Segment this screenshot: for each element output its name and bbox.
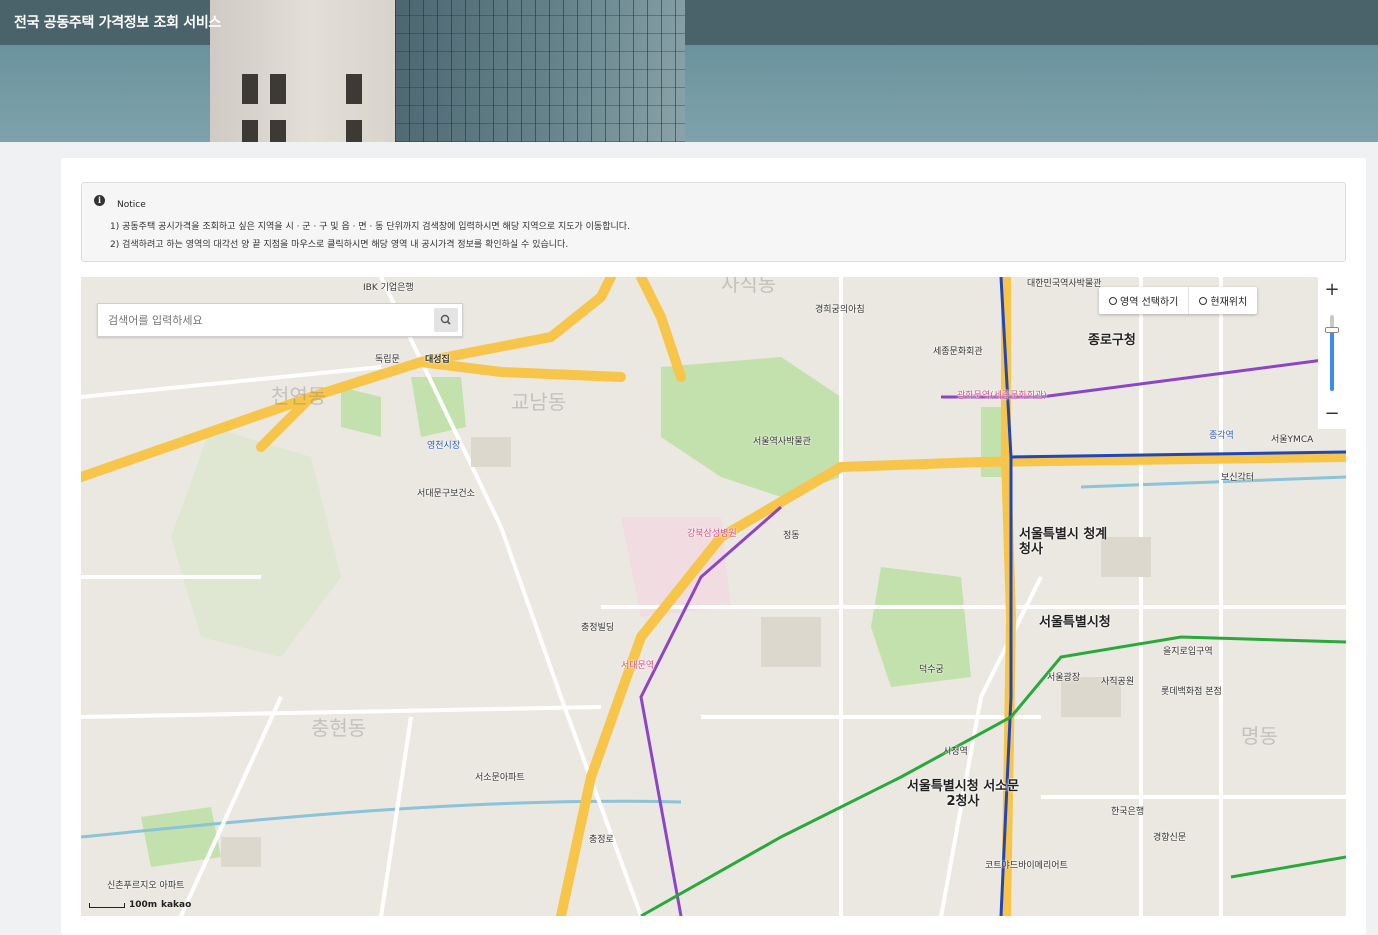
zoom-in-button[interactable]: + xyxy=(1318,277,1346,305)
map-place: 을지로입구역 xyxy=(1163,647,1213,657)
map-place: 덕수궁 xyxy=(919,665,944,675)
map-place: 영천시장 xyxy=(427,441,461,451)
map-place: 대한민국역사박물관 xyxy=(1027,279,1102,289)
map-label-major: 서울특별시청 서소문2청사 xyxy=(906,779,1020,809)
notice-line-1: 1) 공동주택 공시가격을 조회하고 싶은 지역을 시 · 군 · 구 및 읍 … xyxy=(110,222,630,232)
banner-window xyxy=(270,120,286,142)
map-place: 서대문구보건소 xyxy=(417,489,475,499)
zoom-control: + − xyxy=(1318,277,1346,431)
search-button[interactable] xyxy=(434,308,458,332)
map-place: 세종문화회관 xyxy=(933,347,983,357)
zoom-out-button[interactable]: − xyxy=(1318,401,1346,429)
map-label-major: 서울특별시청 xyxy=(1039,615,1111,630)
map-place: 서울YMCA xyxy=(1271,435,1314,445)
map-place: 서울광장 xyxy=(1047,673,1081,683)
banner-window xyxy=(270,74,286,104)
area-select-label: 영역 선택하기 xyxy=(1120,297,1179,308)
map-place: 경향신문 xyxy=(1153,833,1187,843)
district-label: 교남동 xyxy=(511,390,567,414)
check-circle-icon xyxy=(1109,296,1117,305)
area-select-button[interactable]: 영역 선택하기 xyxy=(1099,287,1190,314)
banner-window xyxy=(346,74,362,104)
map-toolbar: 영역 선택하기 현재위치 xyxy=(1099,287,1258,314)
zoom-handle[interactable] xyxy=(1325,327,1339,333)
map-place: 롯데백화점 본점 xyxy=(1161,687,1222,697)
zoom-slider[interactable] xyxy=(1318,305,1346,401)
map-place: 종각역 xyxy=(1209,431,1234,441)
map-place: 대성집 xyxy=(425,355,450,365)
district-label: 명동 xyxy=(1241,724,1278,748)
map-place: IBK 기업은행 xyxy=(363,283,414,293)
notice-title: Notice xyxy=(117,200,146,210)
map-search-box xyxy=(97,303,463,337)
map-label-major: 종로구청 xyxy=(1088,333,1136,348)
map-place: 경희궁의아침 xyxy=(815,305,865,315)
map-place: 강북삼성병원 xyxy=(687,529,737,539)
map-place: 정동 xyxy=(783,531,800,541)
banner-window xyxy=(242,120,258,142)
main-panel: i Notice 1) 공동주택 공시가격을 조회하고 싶은 지역을 시 · 군… xyxy=(61,158,1366,935)
subway-line-2 xyxy=(1230,855,1346,879)
scale-bar xyxy=(89,903,125,908)
zoom-track-fill xyxy=(1330,330,1334,391)
page-title: 전국 공동주택 가격정보 조회 서비스 xyxy=(14,15,221,31)
notice-line-2: 2) 검색하려고 하는 영역의 대각선 양 끝 지점을 마우스로 클릭하시면 해… xyxy=(110,240,569,250)
banner-building-stone xyxy=(210,0,410,142)
hill-area xyxy=(171,427,341,657)
map-place: 충정빌딩 xyxy=(581,623,615,633)
map-place: 보신각터 xyxy=(1221,473,1255,483)
banner-window xyxy=(242,74,258,104)
map-search-input[interactable] xyxy=(98,304,436,336)
banner-window xyxy=(346,120,362,142)
map-place: 독립문 xyxy=(375,355,400,365)
district-label: 사직동 xyxy=(721,277,777,296)
park-area xyxy=(341,387,381,437)
banner-glass-grid xyxy=(395,0,685,142)
district-label: 천연동 xyxy=(271,384,327,408)
map-place: 충정로 xyxy=(589,835,614,845)
map-place: 사직공원 xyxy=(1101,677,1135,687)
map-place: 광화문역(세종문화회관) xyxy=(957,391,1047,401)
map-place: 서울역사박물관 xyxy=(753,437,811,447)
scale-distance: 100m xyxy=(129,900,158,910)
map-place: 신촌푸르지오 아파트 xyxy=(107,881,185,891)
map-view[interactable]: 사직동 천연동 교남동 충현동 명동 종로구청 서울특별시청 서울특별시청 서소… xyxy=(81,277,1346,916)
map-place: 코트야드바이메리어트 xyxy=(985,861,1068,871)
map-place: 시청역 xyxy=(943,747,968,757)
check-circle-icon xyxy=(1199,296,1208,305)
map-place: 한국은행 xyxy=(1111,807,1145,817)
map-base-layer xyxy=(81,277,1346,916)
notice-box: i Notice 1) 공동주택 공시가격을 조회하고 싶은 지역을 시 · 군… xyxy=(81,182,1346,262)
current-location-button[interactable]: 현재위치 xyxy=(1189,287,1257,314)
map-label-major: 서울특별시 청계청사 xyxy=(1019,527,1108,557)
map-place: 서소문아파트 xyxy=(475,773,525,783)
park-area xyxy=(661,357,841,497)
map-provider-logo[interactable]: kakao xyxy=(161,900,191,910)
current-location-label: 현재위치 xyxy=(1210,297,1248,308)
district-label: 충현동 xyxy=(311,716,367,740)
header-banner: 전국 공동주택 가격정보 조회 서비스 xyxy=(0,0,1378,142)
info-icon: i xyxy=(94,195,105,206)
map-place: 서대문역 xyxy=(621,661,655,671)
cheonggyecheon xyxy=(1080,475,1346,489)
search-icon xyxy=(440,314,451,325)
park-area xyxy=(411,377,466,437)
